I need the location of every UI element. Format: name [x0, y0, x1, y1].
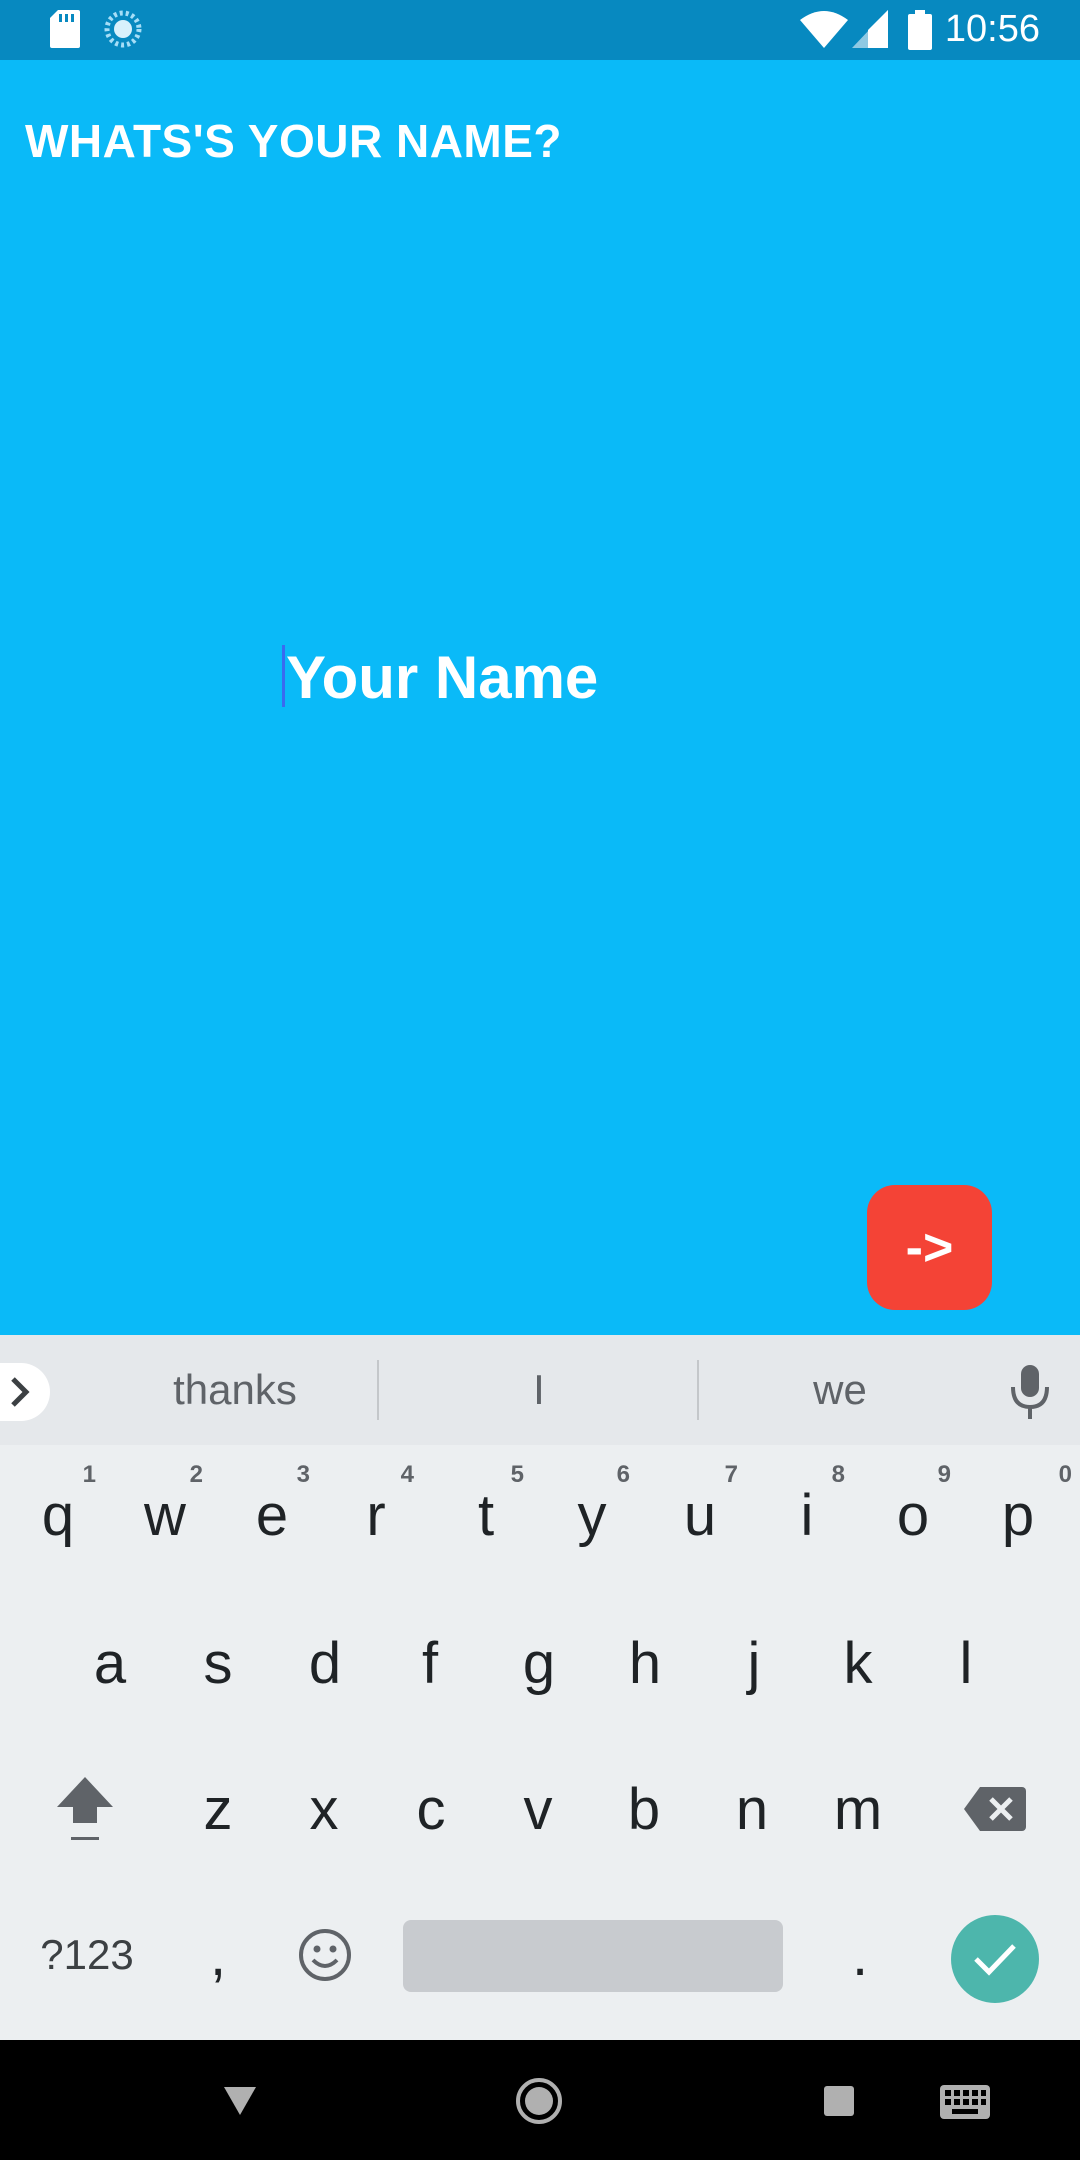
- expand-toolbar-button[interactable]: [0, 1363, 50, 1421]
- name-entry-screen: WHATS'S YOUR NAME? ->: [0, 60, 1080, 1335]
- key-q[interactable]: 1q: [8, 1455, 108, 1575]
- back-icon[interactable]: [222, 2085, 258, 2117]
- key-hint: 1: [82, 1461, 96, 1488]
- key-c[interactable]: c: [381, 1749, 481, 1869]
- key-hint: 0: [1058, 1461, 1072, 1488]
- signal-icon: [852, 10, 888, 48]
- backspace-icon: [964, 1787, 1026, 1831]
- key-f[interactable]: f: [380, 1603, 480, 1723]
- key-o[interactable]: 9o: [863, 1455, 963, 1575]
- key-p[interactable]: 0p: [968, 1455, 1072, 1575]
- key-label: w: [144, 1482, 186, 1548]
- page-title: WHATS'S YOUR NAME?: [25, 115, 563, 167]
- emoji-icon: [299, 1929, 351, 1981]
- key-s[interactable]: s: [168, 1603, 268, 1723]
- next-button[interactable]: ->: [867, 1185, 992, 1310]
- key-label: r: [366, 1482, 386, 1548]
- key-z[interactable]: z: [168, 1749, 268, 1869]
- key-label: p: [1001, 1482, 1035, 1548]
- name-input[interactable]: [282, 637, 842, 717]
- suggestion-1[interactable]: thanks: [90, 1355, 380, 1425]
- key-k[interactable]: k: [808, 1603, 908, 1723]
- navigation-bar: [0, 2040, 1080, 2160]
- key-label: i: [800, 1482, 814, 1548]
- key-e[interactable]: 3e: [222, 1455, 322, 1575]
- suggestion-bar: thanks I we: [0, 1335, 1080, 1445]
- shift-key[interactable]: [35, 1749, 135, 1869]
- clock: 10:56: [944, 8, 1040, 50]
- suggestion-divider: [697, 1360, 699, 1420]
- key-hint: 8: [831, 1461, 845, 1488]
- key-w[interactable]: 2w: [115, 1455, 215, 1575]
- key-l[interactable]: l: [916, 1603, 1016, 1723]
- enter-key[interactable]: [951, 1915, 1039, 2003]
- key-i[interactable]: 8i: [757, 1455, 857, 1575]
- key-b[interactable]: b: [594, 1749, 694, 1869]
- key-v[interactable]: v: [488, 1749, 588, 1869]
- key-h[interactable]: h: [595, 1603, 695, 1723]
- key-label: t: [477, 1482, 495, 1548]
- chevron-right-icon: [11, 1377, 30, 1407]
- key-hint: 4: [400, 1461, 414, 1488]
- suggestion-2[interactable]: I: [380, 1355, 698, 1425]
- key-label: y: [577, 1482, 607, 1548]
- key-label: q: [41, 1482, 75, 1548]
- status-bar: 10:56: [0, 0, 1080, 60]
- key-d[interactable]: d: [275, 1603, 375, 1723]
- suggestion-3[interactable]: we: [700, 1355, 980, 1425]
- key-hint: 7: [724, 1461, 738, 1488]
- key-hint: 9: [937, 1461, 951, 1488]
- keyboard-switch-icon[interactable]: [940, 2085, 990, 2119]
- key-u[interactable]: 7u: [650, 1455, 750, 1575]
- space-key[interactable]: [403, 1920, 783, 1992]
- key-n[interactable]: n: [702, 1749, 802, 1869]
- home-icon[interactable]: [515, 2077, 563, 2125]
- key-hint: 6: [616, 1461, 630, 1488]
- microphone-icon[interactable]: [1008, 1363, 1052, 1421]
- symbols-key[interactable]: ?123: [22, 1895, 152, 2015]
- name-field-container[interactable]: [282, 637, 842, 717]
- checkmark-icon: [974, 1944, 1016, 1976]
- recents-icon[interactable]: [823, 2085, 855, 2117]
- backspace-key[interactable]: [945, 1749, 1045, 1869]
- key-label: e: [255, 1482, 289, 1548]
- key-label: u: [683, 1482, 717, 1548]
- wifi-icon: [800, 11, 848, 48]
- key-y[interactable]: 6y: [542, 1455, 642, 1575]
- key-hint: 2: [189, 1461, 203, 1488]
- key-hint: 5: [510, 1461, 524, 1488]
- key-r[interactable]: 4r: [326, 1455, 426, 1575]
- key-comma[interactable]: ,: [168, 1895, 268, 2015]
- battery-icon: [908, 10, 932, 50]
- suggestion-divider: [377, 1360, 379, 1420]
- key-m[interactable]: m: [808, 1749, 908, 1869]
- emoji-key[interactable]: [275, 1895, 375, 2015]
- key-period[interactable]: .: [810, 1895, 910, 2015]
- sync-icon: [104, 10, 142, 48]
- key-g[interactable]: g: [489, 1603, 589, 1723]
- key-a[interactable]: a: [60, 1603, 160, 1723]
- shift-icon: [57, 1777, 113, 1840]
- sd-card-icon: [50, 10, 80, 48]
- key-label: o: [896, 1482, 930, 1548]
- key-j[interactable]: j: [704, 1603, 804, 1723]
- key-t[interactable]: 5t: [436, 1455, 536, 1575]
- key-x[interactable]: x: [274, 1749, 374, 1869]
- key-hint: 3: [296, 1461, 310, 1488]
